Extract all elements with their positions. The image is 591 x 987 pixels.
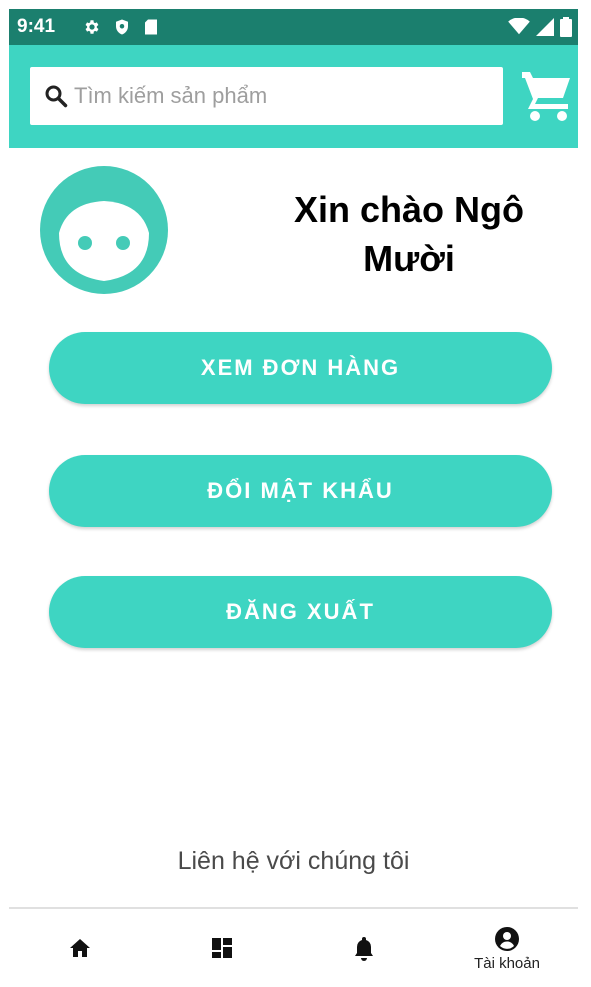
nav-item-account[interactable]: Tài khoản [436, 909, 578, 987]
avatar [37, 163, 171, 297]
search-icon [44, 84, 68, 108]
status-bar: 9:41 [9, 9, 578, 45]
signal-icon [536, 18, 554, 36]
dashboard-icon [212, 937, 232, 958]
nav-item-home[interactable] [9, 909, 151, 987]
account-icon [495, 927, 519, 951]
greeting-line-1: Xin chào Ngô [293, 189, 524, 230]
cart-icon [522, 72, 570, 121]
bottom-nav: Tài khoản [9, 907, 578, 987]
bell-icon [355, 936, 373, 961]
greeting-line-2: Mười [363, 238, 455, 279]
app-screen: 9:41 Tìm kiếm sản phẩm Xin chào Ngô Mười… [9, 9, 578, 987]
cart-button[interactable] [522, 68, 572, 124]
shield-icon [116, 19, 128, 35]
greeting: Xin chào Ngô Mười [249, 185, 569, 283]
status-time: 9:41 [17, 16, 56, 37]
status-icons-left [83, 14, 159, 40]
nav-label-account: Tài khoản [474, 955, 540, 972]
app-header [9, 45, 578, 148]
nav-item-notifications[interactable] [293, 909, 435, 987]
contact-us-link[interactable]: Liên hệ với chúng tôi [9, 847, 578, 876]
face-avatar-icon [40, 166, 168, 294]
search-input[interactable] [74, 77, 484, 115]
sd-card-icon [145, 19, 157, 35]
battery-icon [560, 17, 572, 37]
logout-button[interactable]: ĐĂNG XUẤT [49, 576, 552, 648]
change-password-button[interactable]: ĐỔI MẬT KHẨU [49, 455, 552, 527]
view-orders-button[interactable]: XEM ĐƠN HÀNG [49, 332, 552, 404]
search-box[interactable] [30, 67, 503, 125]
gear-icon [85, 20, 99, 34]
home-icon [70, 938, 90, 957]
nav-item-dashboard[interactable] [151, 909, 293, 987]
wifi-icon [508, 18, 530, 35]
status-icons-right [508, 14, 572, 40]
